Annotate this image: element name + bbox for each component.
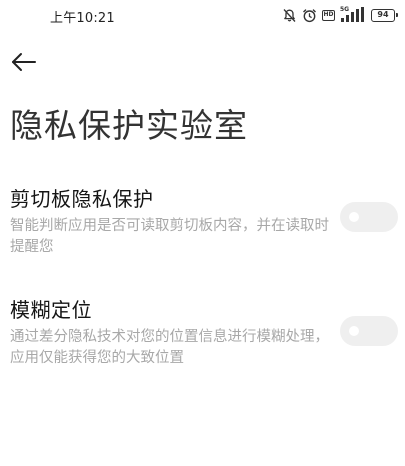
hd-icon: HD bbox=[322, 9, 335, 21]
alarm-icon bbox=[302, 8, 317, 23]
battery-icon: 94 bbox=[371, 8, 398, 22]
setting-title: 模糊定位 bbox=[10, 298, 92, 322]
setting-description: 智能判断应用是否可读取剪切板内容，并在读取时提醒您 bbox=[10, 218, 329, 255]
toggle-knob bbox=[349, 326, 359, 336]
setting-title: 剪切板隐私保护 bbox=[10, 187, 154, 211]
status-icons: HD 5G 94 bbox=[282, 6, 398, 24]
status-time: 上午10:21 bbox=[50, 11, 115, 26]
arrow-left-icon bbox=[12, 53, 36, 71]
mute-icon bbox=[282, 8, 297, 23]
toggle-knob bbox=[349, 212, 359, 222]
page-title: 隐私保护实验室 bbox=[10, 106, 248, 145]
signal-icon: 5G bbox=[340, 6, 366, 23]
status-bar: 上午10:21 HD 5G 94 bbox=[0, 0, 405, 30]
clipboard-privacy-toggle[interactable] bbox=[340, 202, 398, 232]
setting-description: 通过差分隐私技术对您的位置信息进行模糊处理，应用仅能获得您的大致位置 bbox=[10, 329, 329, 366]
fuzzy-location-toggle[interactable] bbox=[340, 316, 398, 346]
back-button[interactable] bbox=[8, 48, 40, 76]
